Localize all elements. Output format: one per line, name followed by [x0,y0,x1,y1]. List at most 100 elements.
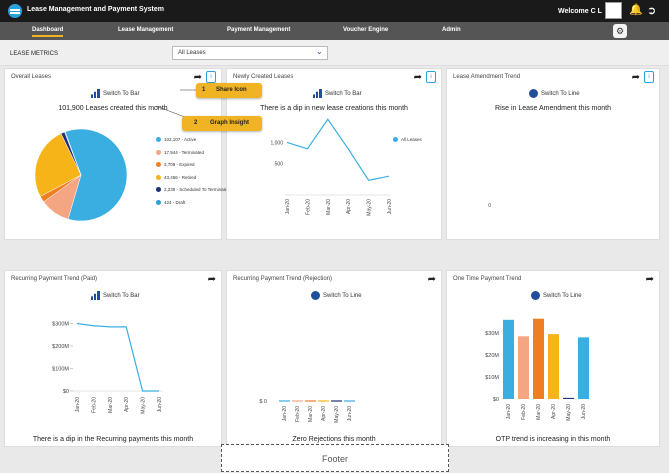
insight-message: Zero Rejections this month [292,436,376,443]
x-tick-label: Jan-20 [75,397,81,413]
bar-chart-icon [91,89,100,98]
line-chart-icon [311,291,320,300]
x-tick-label: Jun-20 [387,199,393,215]
bell-icon[interactable]: 🔔 [629,5,643,16]
switch-chart-button[interactable]: Switch To Bar [91,89,140,98]
user-initials: C L [590,8,602,15]
card-lease-amendment-trend: Lease Amendment Trend ➦ i Switch To Line… [446,68,660,240]
y-tick-label: $100M [52,367,69,373]
bar [548,334,559,399]
series-line [286,118,390,182]
bar [563,397,574,399]
legend-item: 3,709 - Expired [156,162,195,168]
x-tick-label: Feb-20 [305,199,311,215]
share-icon[interactable]: ➦ [194,72,202,83]
share-icon[interactable]: ➦ [208,274,216,285]
legend-item: All Leases [393,137,422,143]
card-recurring-payment-rejection: Recurring Payment Trend (Rejection) ➦ Sw… [226,270,442,447]
legend-item: 43,456 - Retired [156,175,196,180]
y-tick-label: 0 [488,203,491,209]
share-icon[interactable]: ➦ [646,274,654,285]
bar [503,319,514,399]
avatar[interactable] [605,2,622,19]
legend-label: 17,944 - Terminated [164,149,204,155]
y-tick-label: $300M [52,322,69,328]
tab-voucher-engine[interactable]: Voucher Engine [343,27,388,33]
bar-chart: $ 0 Jan-20 Feb-20 Mar-20 Apr-20 May-20 Jun-20 [259,399,355,423]
legend-item: 17,944 - Terminated [156,150,204,155]
bar-chart: $0 $10M $20M $30M Jan-20 Feb-20 Mar-20 Apr-20 Ma… [485,318,589,421]
x-tick-label: Feb-20 [295,406,301,422]
legend-label: 424 - Draft [164,199,186,205]
chatbot-icon[interactable]: ⚙ [613,24,627,38]
logout-icon[interactable]: ➲ [647,4,656,17]
legend-label: All Leases [401,137,422,142]
tab-payment-management[interactable]: Payment Management [227,27,290,33]
card-title: Recurring Payment Trend (Paid) [11,276,98,282]
switch-chart-button[interactable]: Switch To Bar [313,89,362,98]
x-tick-label: Apr-20 [321,406,327,421]
x-tick-label: May-20 [566,404,572,421]
chevron-down-icon[interactable]: ⌄ [316,47,323,56]
x-tick-label: May-20 [367,199,373,216]
insight-message: Rise in Lease Amendment this month [495,105,611,112]
x-tick-label: May-20 [141,397,147,414]
line-chart-icon [529,89,538,98]
x-tick-label: Jun-20 [581,404,587,420]
card-title: Lease Amendment Trend [453,74,521,80]
bar [318,400,329,402]
line-chart: 500 1,000 Jan-20 Feb-20 Mar-20 Apr-20 May-20 Ju… [270,118,393,216]
graph-insight-icon[interactable]: i [206,71,216,83]
legend-dot [156,199,161,205]
share-icon[interactable]: ➦ [632,72,640,83]
x-tick-label: May-20 [334,406,340,423]
tooltip-text: Share Icon [216,87,247,93]
y-tick-label: 1,000 [270,140,283,146]
x-tick-label: Mar-20 [326,199,332,215]
footer: Footer [221,444,449,472]
x-tick-label: Apr-20 [124,397,130,412]
tooltip-graph-insight: 2 Graph Insight [182,116,262,131]
legend-dot [156,187,161,193]
bar [578,337,589,399]
bar [305,400,316,402]
x-tick-label: Mar-20 [536,404,542,420]
y-tick-label: 500 [275,162,284,168]
x-tick-label: Jan-20 [506,404,512,420]
share-icon[interactable]: ➦ [414,72,422,83]
y-tick-label: $10M [485,375,499,381]
tab-dashboard[interactable]: Dashboard [32,27,64,37]
share-icon[interactable]: ➦ [428,274,436,285]
switch-chart-button[interactable]: Switch To Line [311,291,362,300]
lease-metrics-label: LEASE METRICS [10,51,59,57]
x-tick-label: Mar-20 [108,397,114,413]
y-tick-label: $20M [485,353,499,359]
switch-chart-button[interactable]: Switch To Line [531,291,582,300]
card-title: One Time Payment Trend [453,276,522,282]
tab-admin[interactable]: Admin [442,27,461,33]
lease-type-select[interactable]: All Leases [172,46,328,60]
bar-chart-icon [313,89,322,98]
card-one-time-payment-trend: One Time Payment Trend ➦ Switch To Line … [446,270,660,447]
legend-item: 102,107 - Active [156,137,196,143]
amendment-chart: 0 [488,203,491,209]
legend-dot [156,162,161,168]
switch-label: Switch To Line [541,91,580,98]
graph-insight-icon[interactable]: i [644,71,654,83]
y-tick-label: $30M [485,331,499,337]
x-tick-label: Jan-20 [282,406,288,422]
tab-lease-management[interactable]: Lease Management [118,27,173,33]
switch-chart-button[interactable]: Switch To Line [529,89,580,98]
tooltip-number: 2 [194,120,198,126]
y-tick-label: $200M [52,344,69,350]
switch-chart-button[interactable]: Switch To Bar [91,291,140,300]
card-recurring-payment-paid: Recurring Payment Trend (Paid) ➦ Switch … [4,270,222,447]
graph-insight-icon[interactable]: i [426,71,436,83]
y-tick-label: $ 0 [259,399,267,405]
switch-label: Switch To Bar [103,91,140,98]
bar [344,400,355,402]
line-chart: $0 $100M $200M $300M Jan-20 Feb-20 Mar-20 Apr-2… [52,322,163,414]
series-line [76,322,159,392]
x-tick-label: Mar-20 [308,406,314,422]
legend-item: 424 - Draft [156,200,185,205]
